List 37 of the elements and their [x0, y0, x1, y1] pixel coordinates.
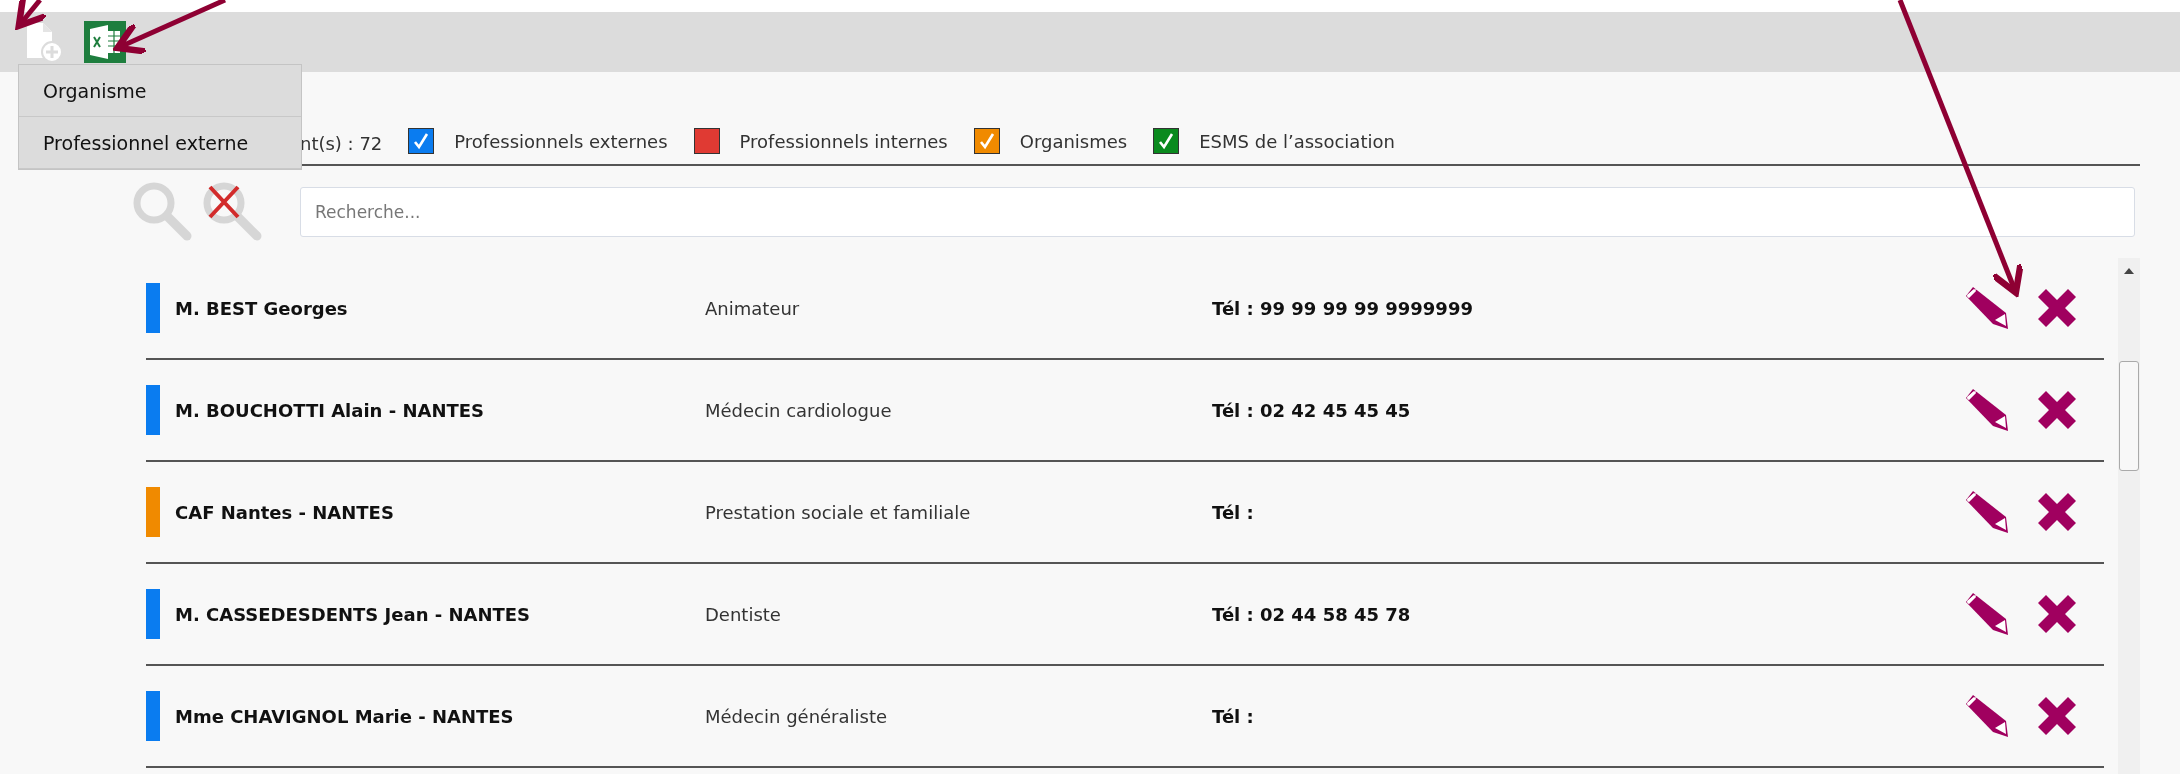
contact-name: M. BEST Georges	[175, 297, 349, 319]
contact-name: CAF Nantes - NANTES	[175, 501, 395, 523]
search-field[interactable]: Recherche...	[300, 187, 2135, 237]
filter-label: Professionnels internes	[739, 130, 948, 152]
contact-role: Médecin généraliste	[705, 705, 889, 727]
new-document-icon[interactable]	[24, 21, 64, 63]
edit-icon[interactable]	[1964, 489, 2010, 535]
edit-icon[interactable]	[1964, 591, 2010, 637]
filter-checkbox[interactable]	[693, 128, 720, 154]
contact-phone: Tél :	[1212, 705, 1255, 727]
contact-phone: Tél : 02 44 58 45 78	[1212, 603, 1412, 625]
filter-label: ESMS de l’association	[1199, 130, 1395, 152]
contact-role: Médecin cardiologue	[705, 399, 893, 421]
filter-label: Organismes	[1019, 130, 1128, 152]
spreadsheet-icon[interactable]	[84, 21, 126, 63]
filter-checkbox[interactable]	[408, 128, 435, 154]
contact-phone: Tél : 99 99 99 99 9999999	[1212, 297, 1474, 319]
result-count: nt(s) : 72	[300, 133, 383, 154]
contact-name: M. BOUCHOTTI Alain - NANTES	[175, 399, 485, 421]
scroll-thumb[interactable]	[2119, 361, 2139, 471]
filter-label: Professionnels externes	[454, 130, 668, 152]
edit-icon[interactable]	[1964, 387, 2010, 433]
edit-icon[interactable]	[1964, 693, 2010, 739]
contact-name: Mme CHAVIGNOL Marie - NANTES	[175, 705, 515, 727]
menu-item[interactable]: Professionnel externe	[19, 117, 301, 169]
filter-checkbox[interactable]	[1153, 128, 1180, 154]
contact-role: Dentiste	[705, 603, 782, 625]
contact-role: Animateur	[705, 297, 801, 319]
scroll-up-icon[interactable]	[2124, 268, 2134, 274]
contact-phone: Tél :	[1212, 501, 1255, 523]
contact-role: Prestation sociale et familiale	[705, 501, 972, 523]
filter-checkbox[interactable]	[973, 128, 1000, 154]
contact-phone: Tél : 02 42 45 45 45	[1212, 399, 1412, 421]
menu-item[interactable]: Organisme	[19, 65, 301, 117]
scrollbar[interactable]	[2118, 258, 2140, 774]
edit-icon[interactable]	[1964, 285, 2010, 331]
contact-name: M. CASSEDESDENTS Jean - NANTES	[175, 603, 532, 625]
